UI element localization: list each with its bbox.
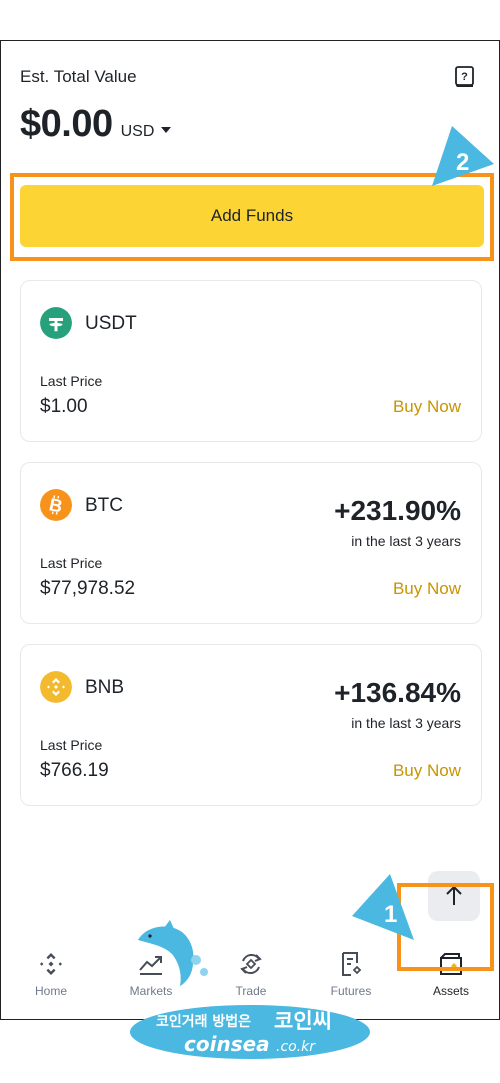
percent-period: in the last 3 years: [351, 715, 461, 731]
app-screen: Est. Total Value ? $0.00 USD Add Funds U…: [0, 40, 500, 1020]
nav-home[interactable]: Home: [1, 946, 101, 1016]
usdt-icon: [40, 307, 72, 339]
est-total-label: Est. Total Value: [20, 67, 137, 86]
percent-change: +136.84%: [334, 677, 461, 708]
coin-card-btc[interactable]: B BTC +231.90% in the last 3 years Last …: [20, 462, 482, 624]
total-value: $0.00: [20, 103, 113, 145]
currency-selector[interactable]: USD: [121, 123, 155, 141]
coin-name: BNB: [85, 677, 125, 698]
step-1-label: 1: [384, 901, 397, 928]
watermark-brand-en: coinsea: [184, 1032, 270, 1056]
trade-swap-icon: [240, 954, 262, 974]
coin-name: USDT: [85, 313, 137, 334]
coin-name: BTC: [85, 495, 123, 516]
futures-doc-icon: [342, 952, 362, 976]
last-price-label: Last Price: [40, 373, 103, 389]
step-2-arrow-icon: 2: [432, 126, 494, 186]
svg-text:?: ?: [461, 71, 468, 83]
header: Est. Total Value ?: [20, 65, 479, 89]
percent-change: +231.90%: [334, 495, 461, 526]
total-value-row: $0.00 USD: [20, 103, 172, 146]
buy-now-link[interactable]: Buy Now: [393, 397, 461, 417]
last-price-value: $1.00: [40, 396, 88, 417]
buy-now-link[interactable]: Buy Now: [393, 579, 461, 599]
last-price-value: $766.19: [40, 760, 109, 781]
caret-down-icon[interactable]: [161, 127, 172, 133]
help-book-icon[interactable]: ?: [453, 65, 477, 89]
last-price-value: $77,978.52: [40, 578, 136, 599]
last-price-label: Last Price: [40, 555, 103, 571]
nav-label: Assets: [432, 984, 469, 998]
nav-label: Home: [34, 984, 67, 998]
add-funds-highlight: Add Funds: [10, 173, 494, 261]
last-price-label: Last Price: [40, 737, 103, 753]
add-funds-button[interactable]: Add Funds: [20, 185, 484, 247]
watermark-domain: .co.kr: [276, 1039, 316, 1055]
coinsea-watermark: 코인거래 방법은 코인씨 coinsea .co.kr: [130, 1005, 370, 1059]
coin-card-usdt[interactable]: USDT Last Price $1.00 Buy Now: [20, 280, 482, 442]
coin-card-bnb[interactable]: BNB +136.84% in the last 3 years Last Pr…: [20, 644, 482, 806]
btc-icon: B: [40, 489, 72, 521]
buy-now-link[interactable]: Buy Now: [393, 761, 461, 781]
bnb-icon: [40, 671, 72, 703]
watermark-line1: 코인거래 방법은: [156, 1013, 251, 1030]
dolphin-icon: [138, 920, 208, 986]
watermark-brand-ko: 코인씨: [274, 1009, 332, 1033]
percent-period: in the last 3 years: [351, 533, 461, 549]
step-2-label: 2: [456, 149, 469, 176]
binance-logo-icon: [40, 953, 62, 975]
step-1-arrow-icon: 1: [352, 874, 414, 940]
